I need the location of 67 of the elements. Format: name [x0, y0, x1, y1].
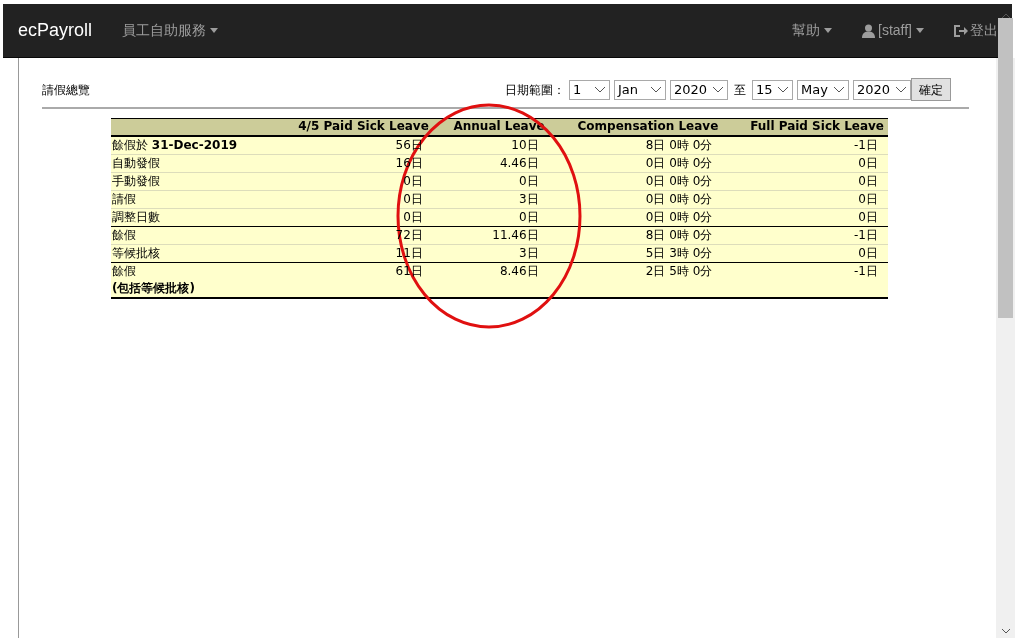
user-dropdown[interactable]: [staff] [862, 20, 924, 41]
table-cell: 0日 [858, 191, 878, 206]
logout-link[interactable]: 登出 [954, 20, 998, 41]
table-cell: 0日 [403, 191, 423, 206]
select-field[interactable]: 2020 [853, 79, 911, 100]
row-label: 餘假於 31-Dec-2019 [112, 137, 238, 152]
table-cell: 8日 0時 0分 [645, 227, 713, 242]
table-cell: 10日 [511, 137, 539, 152]
table-cell: 0日 [858, 209, 878, 224]
menu-dropdown[interactable]: 員工自助服務 [122, 20, 219, 41]
brand-logo[interactable]: ecPayroll [18, 17, 93, 44]
to-label: 至 [734, 81, 746, 99]
table-cell: 5日 3時 0分 [645, 245, 713, 260]
column-header: Compensation Leave [548, 118, 723, 136]
table-cell: 0日 [403, 173, 423, 188]
table-cell: 3日 [519, 191, 539, 206]
select-field[interactable]: Jan [614, 79, 666, 100]
chevron-down-icon [650, 86, 662, 93]
table-cell: -1日 [854, 137, 878, 152]
help-dropdown[interactable]: 幫助 [792, 20, 832, 41]
table-cell: -1日 [854, 227, 878, 242]
row-label: 調整日數 [112, 209, 160, 224]
table-cell: 8.46日 [499, 263, 539, 278]
scrollbar-thumb[interactable] [998, 18, 1013, 318]
chevron-down-icon [777, 86, 789, 93]
table-cell: 3日 [519, 245, 539, 260]
page-title: 請假總覽 [42, 81, 90, 99]
select-field[interactable]: 15 [752, 79, 793, 100]
table-cell: 0日 [858, 245, 878, 260]
column-header: 4/5 Paid Sick Leave [271, 118, 433, 136]
chevron-down-icon [895, 86, 907, 93]
table-cell: 4.46日 [499, 155, 539, 170]
caret-icon [916, 28, 924, 33]
table-cell: 0日 [519, 209, 539, 224]
table-cell: 0日 0時 0分 [645, 173, 713, 188]
table-cell: 0日 [519, 173, 539, 188]
chevron-down-icon [594, 86, 606, 93]
table-cell: 0日 [858, 155, 878, 170]
caret-icon [210, 28, 219, 33]
row-label: 餘假 [112, 227, 136, 242]
scroll-down-icon[interactable] [1000, 628, 1011, 634]
row-label: 手動發假 [112, 173, 160, 188]
row-label: 自動發假 [112, 155, 160, 170]
confirm-button[interactable]: 確定 [911, 78, 951, 101]
chevron-down-icon [712, 86, 724, 93]
table-cell: 0日 [403, 209, 423, 224]
table-cell: 8日 0時 0分 [645, 137, 713, 152]
row-label: 請假 [112, 191, 136, 206]
table-cell: 61日 [395, 263, 423, 278]
table-cell: 0日 0時 0分 [645, 209, 713, 224]
user-icon [862, 23, 875, 38]
logout-icon [954, 24, 968, 37]
row-label: 等候批核 [112, 245, 160, 260]
table-cell: 0日 [858, 173, 878, 188]
select-field[interactable]: May [797, 79, 849, 100]
table-cell: 0日 0時 0分 [645, 155, 713, 170]
table-cell: 2日 5時 0分 [645, 263, 713, 278]
caret-icon [824, 28, 832, 33]
range-label: 日期範圍： [505, 81, 565, 99]
table-cell: -1日 [854, 263, 878, 278]
row-label: 餘假 (包括等候批核) [112, 263, 195, 295]
table-cell: 0日 0時 0分 [645, 191, 713, 206]
table-cell: 11.46日 [492, 227, 539, 242]
select-field[interactable]: 2020 [670, 79, 728, 100]
select-field[interactable]: 1 [569, 79, 610, 100]
column-header: Full Paid Sick Leave [722, 118, 888, 136]
chevron-down-icon [833, 86, 845, 93]
